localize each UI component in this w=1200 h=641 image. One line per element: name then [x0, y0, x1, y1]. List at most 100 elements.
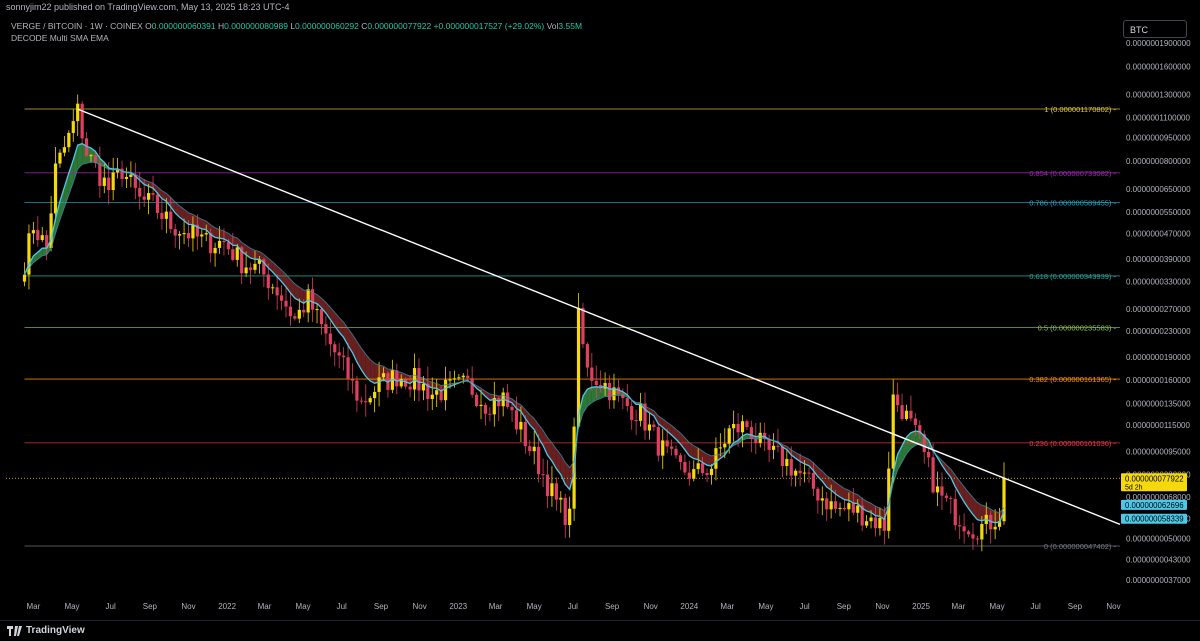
candle-body [461, 375, 465, 378]
symbol-label[interactable]: VERGE / BITCOIN · 1W · COINEX [11, 21, 143, 31]
y-tick-label: 0.0000000160000 [1126, 376, 1191, 385]
candle-body [80, 103, 84, 139]
candle-body [909, 410, 913, 419]
close-value: 0.000000077922 [367, 21, 432, 31]
candle-body [217, 240, 222, 248]
candle-body [248, 267, 253, 270]
candle-body [226, 242, 230, 250]
candle-body [590, 367, 594, 381]
y-tick-label: 0.0000000950000 [1126, 133, 1191, 142]
candle-body [802, 472, 807, 474]
y-tick-label: 0.0000000050000 [1126, 535, 1191, 544]
candle-body [736, 424, 740, 433]
tradingview-logo[interactable]: TradingView [7, 625, 85, 636]
time-axis[interactable]: Mar May Jul Sep Nov 2022 Mar May Jul Sep Nov 2023 Ma… [26, 602, 1120, 611]
candle-body [949, 497, 953, 499]
candle-body [891, 394, 895, 469]
candle-body [559, 497, 563, 500]
candle-body [709, 468, 714, 475]
y-tick-label: 0.0000000115000 [1126, 421, 1190, 430]
y-tick-label: 0.0000000800000 [1126, 157, 1191, 166]
candle-body [900, 405, 904, 419]
candle-body [62, 147, 67, 153]
candle-body [58, 152, 62, 164]
indicator-label[interactable]: DECODE Multi SMA EMA [11, 33, 109, 43]
candle-body [607, 382, 612, 401]
candle-body [36, 230, 40, 240]
candle-body [794, 470, 798, 476]
candle-body [346, 357, 350, 380]
candle-body [661, 440, 665, 456]
candle-body [971, 534, 975, 539]
candle-body [723, 443, 727, 448]
candle-body [342, 355, 346, 358]
candle-body [324, 324, 328, 334]
candle-body [350, 379, 355, 381]
candle-body [630, 406, 634, 421]
candle-body [89, 155, 93, 157]
candle-body [71, 121, 75, 133]
candle-body [67, 132, 71, 148]
candle-body [944, 495, 948, 498]
candle-body [337, 352, 341, 356]
candle-body [687, 472, 691, 479]
open-value: 0.000000060391 [151, 21, 216, 31]
candle-body [767, 439, 771, 450]
x-tick-label: May [989, 602, 1004, 611]
candle-body [754, 439, 758, 443]
candle-body [76, 103, 80, 122]
x-tick-label: Sep [1068, 602, 1083, 611]
candle-body [696, 463, 700, 470]
candle-body [359, 400, 363, 402]
candlestick-series [22, 94, 1006, 552]
candle-body [718, 447, 722, 449]
candle-body [847, 503, 851, 510]
candle-body [435, 390, 439, 395]
candle-body [213, 247, 217, 254]
publish-info: sonnyjim22 published on TradingView.com,… [6, 2, 290, 12]
candle-body [537, 446, 541, 475]
candle-body [333, 344, 337, 353]
candle-body [452, 378, 457, 380]
x-tick-label: May [64, 602, 79, 611]
x-tick-label: Nov [1106, 602, 1120, 611]
candle-body [652, 424, 656, 428]
candle-body [568, 508, 572, 526]
candle-body [820, 498, 824, 501]
fib-level-label: 0.854 (0.000000733082) - [1029, 169, 1116, 178]
candle-body [506, 392, 510, 407]
high-value: 0.000000080989 [224, 21, 288, 31]
y-tick-label: 0.0000000650000 [1126, 185, 1191, 194]
candle-body [851, 503, 855, 513]
candle-body [22, 274, 27, 282]
price-chart[interactable]: 1 (0.000001170802) - 0.854 (0.00000073308… [0, 0, 1200, 620]
candle-body [381, 373, 386, 378]
candle-body [532, 446, 536, 452]
candle-body [266, 274, 270, 289]
candle-body [315, 309, 319, 311]
candle-body [98, 163, 102, 186]
candle-body [523, 421, 527, 447]
candle-body [669, 446, 674, 449]
candle-body [31, 230, 35, 234]
y-tick-label: 0.0000000390000 [1126, 255, 1191, 264]
candle-body [231, 249, 235, 260]
x-tick-label: Mar [258, 602, 272, 611]
candle-body [842, 507, 847, 510]
price-tag-countdown: 5d 2h [1125, 484, 1143, 491]
candle-body [873, 517, 878, 529]
candle-body [293, 316, 297, 319]
chart-legend: VERGE / BITCOIN · 1W · COINEX O0.0000000… [11, 20, 582, 44]
x-tick-label: Sep [143, 602, 158, 611]
currency-button[interactable]: BTC [1123, 20, 1187, 38]
candle-body [692, 469, 696, 479]
y-tick-label: 0.0000001300000 [1126, 91, 1191, 100]
candle-body [856, 505, 860, 513]
fib-level-label: 0 (0.000000047402) - [1044, 542, 1117, 551]
candle-body [678, 455, 683, 462]
candle-body [173, 229, 177, 236]
candle-body [430, 394, 434, 400]
x-tick-label: Nov [412, 602, 426, 611]
candle-body [927, 451, 931, 458]
y-tick-label: 0.0000000037000 [1126, 576, 1191, 585]
